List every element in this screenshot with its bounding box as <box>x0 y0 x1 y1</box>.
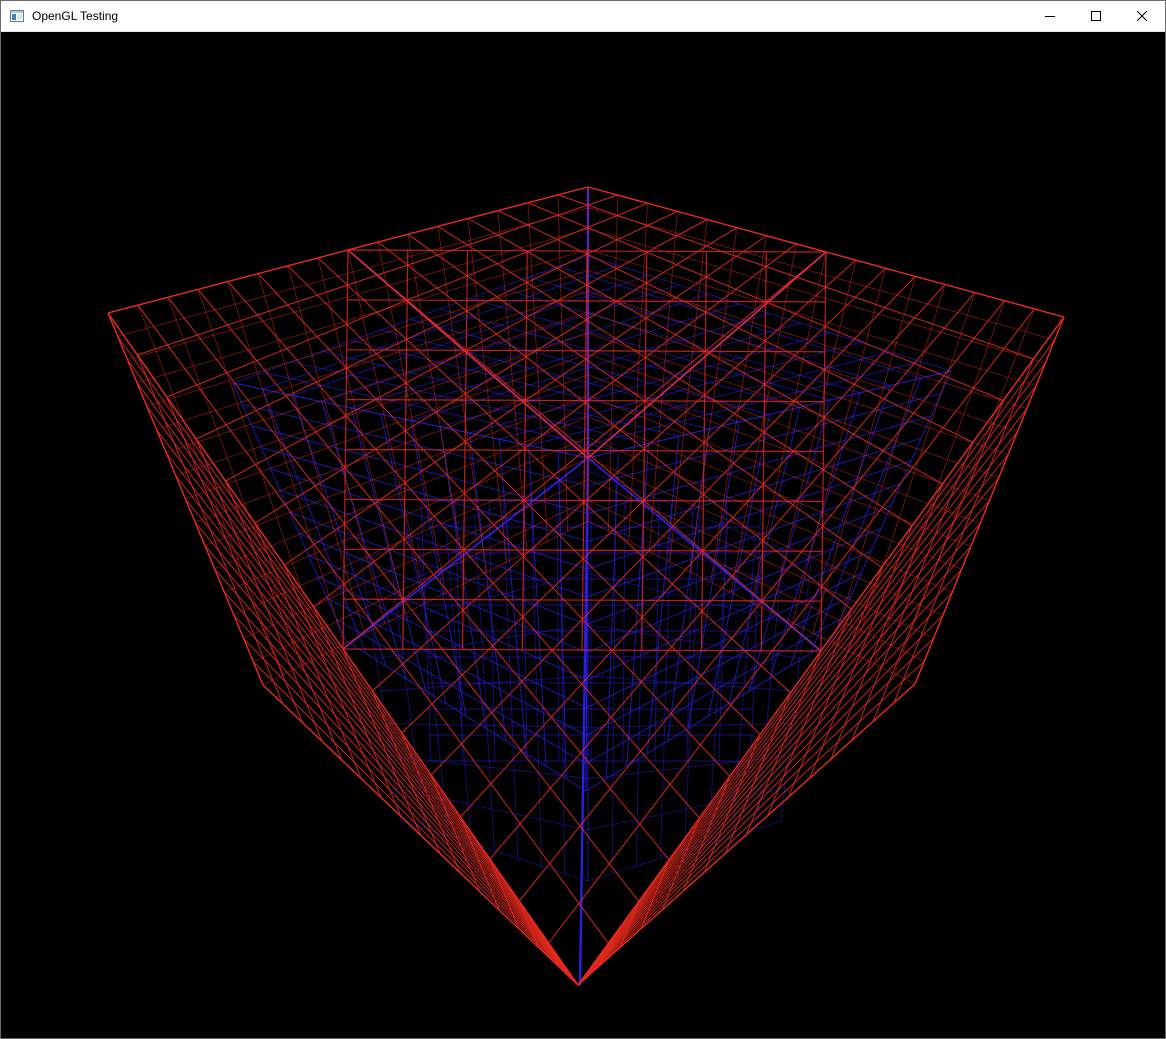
inner-grid-line <box>321 350 679 437</box>
outer-edge-line <box>107 312 579 986</box>
inner-grid-line <box>498 439 527 754</box>
inner-grid-line <box>469 432 507 742</box>
close-button[interactable] <box>1119 1 1165 31</box>
outer-grid-line <box>233 614 579 986</box>
inner-grid-line <box>308 554 587 681</box>
outer-grid-line <box>262 520 589 686</box>
app-window: OpenGL Testing <box>0 0 1166 1039</box>
inner-grid-line <box>586 528 882 653</box>
minimize-icon <box>1045 16 1055 17</box>
window-title: OpenGL Testing <box>32 9 119 23</box>
outer-grid-line <box>233 458 589 616</box>
outer-grid-line <box>489 292 976 860</box>
maximize-button[interactable] <box>1073 1 1119 31</box>
outer-grid-line <box>832 284 946 644</box>
outer-grid-line <box>851 442 974 741</box>
maximize-icon <box>1091 11 1101 21</box>
outer-edge-line <box>577 683 916 986</box>
close-icon <box>1137 11 1147 21</box>
inner-grid-line <box>317 576 587 709</box>
outer-grid-line <box>194 521 579 986</box>
outer-grid-line <box>253 499 589 663</box>
title-bar[interactable]: OpenGL Testing <box>1 1 1165 32</box>
outer-grid-line <box>830 483 943 760</box>
outer-grid-line <box>771 260 857 613</box>
window-controls <box>1027 1 1165 31</box>
outer-grid-line <box>252 661 579 986</box>
outer-grid-line <box>407 234 467 583</box>
outer-grid-line <box>809 525 913 779</box>
inner-grid-line <box>587 788 785 831</box>
minimize-button[interactable] <box>1027 1 1073 31</box>
inner-grid-line <box>289 511 588 625</box>
wireframe-octree-render <box>107 186 1065 987</box>
outer-grid-line <box>243 638 579 986</box>
inner-grid-line <box>336 619 587 764</box>
outer-edge-line <box>262 684 579 986</box>
outer-grid-line <box>577 637 934 986</box>
app-icon <box>9 8 25 24</box>
outer-grid-line <box>577 660 925 986</box>
outer-grid-line <box>893 358 1035 703</box>
opengl-viewport[interactable] <box>1 32 1165 1038</box>
